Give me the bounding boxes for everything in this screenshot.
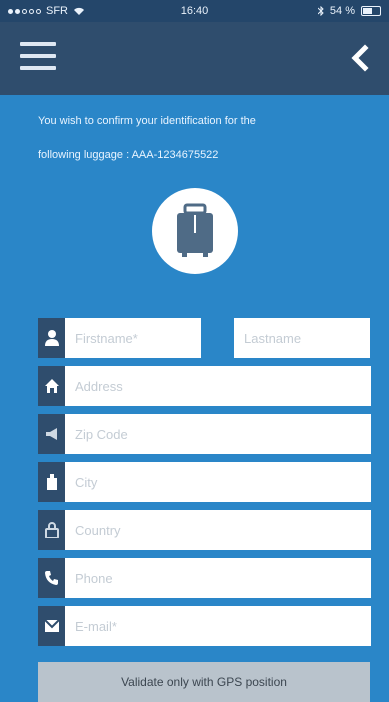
bluetooth-icon [317,6,324,16]
phone-row [38,558,371,598]
building-icon [38,462,65,502]
luggage-avatar [152,188,238,274]
person-icon [38,318,65,358]
intro-text: You wish to confirm your identification … [38,104,358,172]
status-bar: SFR 16:40 54 % [0,0,389,22]
validate-gps-button[interactable]: Validate only with GPS position [38,662,370,702]
email-icon [38,606,65,646]
firstname-field[interactable] [65,318,201,358]
chevron-left-icon [351,44,369,72]
email-row [38,606,371,646]
city-row [38,462,371,502]
email-field[interactable] [65,606,371,646]
zip-code-field[interactable] [65,414,371,454]
navigation-bar [0,22,389,95]
hamburger-icon-line [20,66,56,70]
name-row [38,318,201,358]
hamburger-icon [20,42,56,46]
battery-percent: 54 % [329,5,355,17]
address-field[interactable] [65,366,371,406]
country-field[interactable] [65,510,371,550]
address-row [38,366,371,406]
intro-line-2: following luggage : AAA-1234675522 [38,149,219,161]
phone-icon [38,558,65,598]
phone-field[interactable] [65,558,371,598]
country-row [38,510,371,550]
megaphone-icon [38,414,65,454]
luggage-icon [177,203,213,257]
hamburger-icon-line [20,54,56,58]
menu-button[interactable] [20,40,62,74]
lastname-field[interactable] [234,318,370,358]
battery-icon [361,6,381,16]
lock-icon [38,510,65,550]
home-icon [38,366,65,406]
intro-line-1: You wish to confirm your identification … [38,115,256,127]
back-button[interactable] [347,44,373,72]
zip-row [38,414,371,454]
city-field[interactable] [65,462,371,502]
battery-status: 54 % [317,5,381,17]
